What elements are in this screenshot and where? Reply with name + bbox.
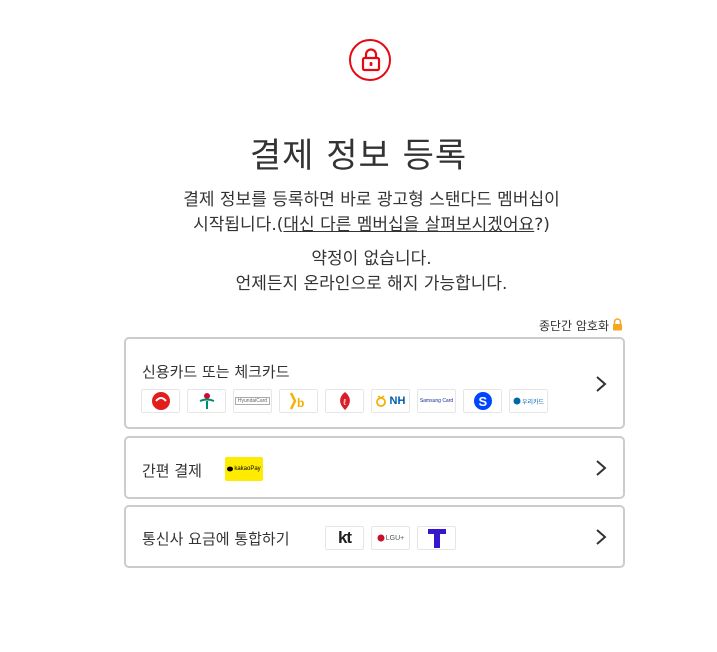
simple-payment-option[interactable]: 간편 결제 kakaoPay	[124, 436, 625, 499]
shinhan-card-logo: S	[463, 389, 502, 413]
svg-text:ℓ: ℓ	[342, 398, 346, 408]
encryption-label: 종단간 암호화	[538, 319, 609, 333]
option-label: 간편 결제	[142, 462, 202, 480]
description-line-2: 시작됩니다.(대신 다른 멤버십을 살펴보시겠어요?)	[0, 213, 717, 238]
chevron-right-icon	[595, 528, 607, 550]
option-label: 신용카드 또는 체크카드	[142, 363, 290, 381]
woori-card-logo: 우리카드	[509, 389, 548, 413]
description-line-1: 결제 정보를 등록하면 바로 광고형 스탠다드 멤버십이	[183, 190, 560, 210]
chevron-right-icon	[595, 375, 607, 397]
carrier-billing-option[interactable]: 통신사 요금에 통합하기 kt LGU+	[124, 505, 625, 568]
kakaopay-text: kakaoPay	[234, 466, 261, 472]
kt-logo: kt	[325, 526, 364, 550]
small-lock-icon	[612, 317, 623, 334]
nh-text: NH	[389, 395, 406, 407]
lotte-card-logo	[141, 389, 180, 413]
kb-card-logo: b	[279, 389, 318, 413]
credit-card-option[interactable]: 신용카드 또는 체크카드 HyundaiCard b ℓ NH Samsung …	[124, 337, 625, 429]
lgu-logo: LGU+	[371, 526, 410, 550]
skt-logo	[417, 526, 456, 550]
chevron-right-icon	[595, 459, 607, 481]
page-title: 결제 정보 등록	[249, 136, 468, 176]
woori-card-text: 우리카드	[521, 398, 545, 406]
description: 결제 정보를 등록하면 바로 광고형 스탠다드 멤버십이 시작됩니다.(대신 다…	[0, 188, 717, 238]
hyundai-card-logo: HyundaiCard	[233, 389, 272, 413]
lotte-logo: ℓ	[325, 389, 364, 413]
no-contract-note: 약정이 없습니다. 언제든지 온라인으로 해지 가능합니다.	[0, 247, 717, 297]
hana-card-logo	[187, 389, 226, 413]
description-suffix: ?)	[534, 215, 550, 235]
simple-payment-logos: kakaoPay	[225, 457, 263, 481]
other-plans-link[interactable]: 대신 다른 멤버십을 살펴보시겠어요	[283, 215, 534, 235]
card-logos: HyundaiCard b ℓ NH Samsung Card S 우리카드	[141, 389, 548, 413]
option-label: 통신사 요금에 통합하기	[142, 530, 290, 548]
svg-text:S: S	[478, 394, 487, 409]
kt-text: kt	[337, 528, 352, 547]
no-contract-line-1: 약정이 없습니다.	[311, 249, 432, 269]
no-contract-line-2: 언제든지 온라인으로 해지 가능합니다.	[235, 274, 508, 294]
hyundai-card-text: HyundaiCard	[234, 397, 271, 405]
lock-icon	[349, 39, 391, 81]
encryption-indicator: 종단간 암호화	[539, 317, 623, 334]
carrier-logos: kt LGU+	[325, 526, 456, 550]
kakaopay-logo: kakaoPay	[225, 457, 263, 481]
samsung-card-logo: Samsung Card	[417, 389, 456, 413]
lgu-text: LGU+	[385, 534, 405, 542]
description-prefix: 시작됩니다.(	[193, 215, 284, 235]
svg-text:b: b	[297, 396, 304, 410]
samsung-card-text: Samsung Card	[419, 398, 454, 404]
nh-card-logo: NH	[371, 389, 410, 413]
